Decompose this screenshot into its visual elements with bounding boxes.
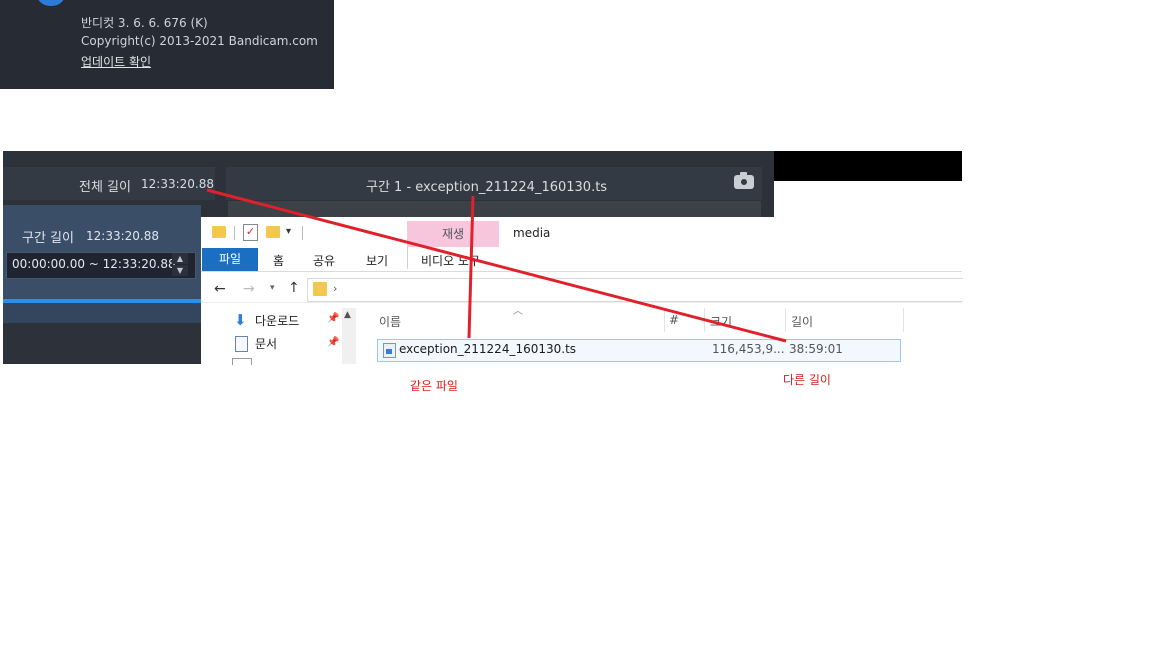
total-length-label: 전체 길이 (79, 180, 131, 195)
column-divider[interactable] (704, 308, 705, 332)
pin-icon: 📌 (327, 313, 340, 324)
pin-icon: 📌 (327, 337, 340, 348)
column-number[interactable]: # (669, 313, 679, 327)
up-arrow-icon[interactable]: ↑ (288, 280, 300, 296)
tab-share[interactable]: 공유 (313, 252, 335, 269)
file-length: 38:59:01 (789, 342, 843, 356)
forward-arrow-icon[interactable]: → (243, 281, 255, 297)
breadcrumb-chevron-icon[interactable]: › (333, 282, 337, 295)
recent-locations-chevron-icon[interactable]: ▾ (270, 283, 275, 293)
video-file-icon (383, 343, 396, 358)
about-panel: 반디컷 3. 6. 6. 676 (K) Copyright(c) 2013-2… (0, 0, 334, 89)
update-check-link[interactable]: 업데이트 확인 (81, 53, 151, 70)
version-text: 반디컷 3. 6. 6. 676 (K) (81, 16, 208, 30)
window-strip (774, 151, 962, 181)
properties-check-icon[interactable]: ✓ (243, 224, 258, 241)
tab-home[interactable]: 홈 (273, 252, 284, 269)
quick-access-divider (234, 226, 235, 240)
bandicut-logo-icon (36, 0, 66, 6)
camera-icon[interactable] (734, 172, 754, 189)
document-icon (235, 336, 248, 352)
segment-panel-footer (3, 303, 201, 323)
folder-icon[interactable] (212, 226, 226, 238)
segment-length-label: 구간 길이 (22, 231, 74, 246)
segment-length-value: 12:33:20.88 (86, 229, 159, 243)
annotation-different-length: 다른 길이 (783, 373, 831, 387)
sort-ascending-icon: ︿ (513, 306, 523, 317)
quick-access-divider (302, 226, 303, 240)
tab-file[interactable]: 파일 (202, 248, 258, 271)
address-bar[interactable] (307, 278, 963, 302)
new-folder-icon[interactable] (266, 226, 280, 238)
folder-icon (313, 282, 327, 296)
sidebar-item-downloads[interactable]: 다운로드 (255, 312, 299, 329)
total-length-value: 12:33:20.88 (141, 177, 214, 191)
column-size[interactable]: 크기 (710, 313, 732, 330)
spin-down-button[interactable]: ▼ (172, 265, 188, 276)
segment-title: 구간 1 - exception_211224_160130.ts (366, 180, 608, 195)
scroll-up-icon[interactable]: ▲ (344, 310, 351, 320)
file-size: 116,453,9... (712, 342, 785, 356)
tab-view[interactable]: 보기 (366, 252, 388, 269)
column-length[interactable]: 길이 (791, 313, 813, 330)
download-icon: ⬇ (234, 311, 247, 329)
column-name[interactable]: 이름 (379, 313, 401, 330)
column-divider[interactable] (785, 308, 786, 332)
quick-access-dropdown-icon[interactable]: ▾ (286, 226, 291, 237)
back-arrow-icon[interactable]: ← (214, 281, 226, 297)
column-divider[interactable] (664, 308, 665, 332)
annotation-same-file: 같은 파일 (410, 379, 458, 393)
play-context-tab[interactable]: 재생 (407, 221, 499, 247)
tab-video-tools[interactable]: 비디오 도구 (421, 252, 480, 269)
column-divider[interactable] (903, 308, 904, 332)
file-name: exception_211224_160130.ts (399, 342, 577, 356)
column-header-row (372, 306, 962, 332)
total-length-bar: 전체 길이 12:33:20.88 (3, 167, 215, 200)
spin-up-button[interactable]: ▲ (172, 253, 188, 264)
window-title: media (513, 226, 551, 240)
video-preview (228, 201, 761, 217)
ribbon-divider (407, 247, 408, 269)
segment-title-bar: 구간 1 - exception_211224_160130.ts (226, 167, 762, 200)
copyright-text: Copyright(c) 2013-2021 Bandicam.com (81, 34, 318, 48)
sidebar-item-documents[interactable]: 문서 (255, 335, 277, 352)
sidebar-item-partial[interactable] (232, 358, 252, 365)
range-value: 00:00:00.00 ~ 12:33:20.88 (12, 257, 176, 271)
